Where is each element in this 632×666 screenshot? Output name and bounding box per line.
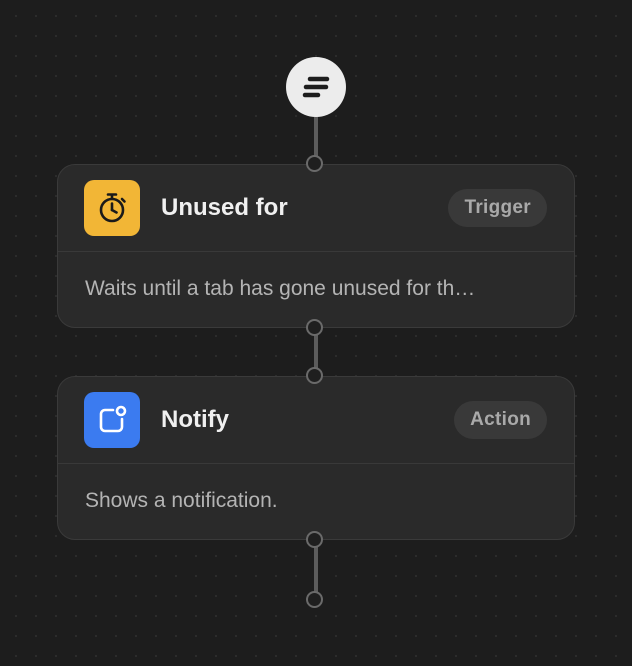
trigger-node-badge: Trigger (448, 189, 547, 227)
trigger-node-description: Waits until a tab has gone unused for th… (85, 277, 476, 300)
workflow-start-node[interactable] (286, 57, 346, 117)
trigger-node-card[interactable]: Unused for Trigger Waits until a tab has… (57, 164, 575, 328)
action-node-badge: Action (454, 401, 547, 439)
action-node-input-port[interactable] (306, 367, 323, 384)
trigger-node-input-port[interactable] (306, 155, 323, 172)
notification-badge-icon (99, 405, 127, 433)
action-node-card[interactable]: Notify Action Shows a notification. (57, 376, 575, 540)
trigger-node-title: Unused for (161, 194, 288, 221)
add-step-port[interactable] (306, 591, 323, 608)
trigger-node-output-port[interactable] (306, 319, 323, 336)
trigger-node-icon-tile (84, 180, 140, 236)
trigger-node-header: Unused for Trigger (58, 165, 574, 252)
workflow-canvas: Unused for Trigger Waits until a tab has… (0, 0, 632, 666)
action-node-header: Notify Action (58, 377, 574, 464)
trigger-node-body: Waits until a tab has gone unused for th… (58, 252, 574, 326)
action-node-output-port[interactable] (306, 531, 323, 548)
flow-lines-icon (302, 76, 330, 98)
action-node-title: Notify (161, 406, 229, 433)
action-node-body: Shows a notification. (58, 464, 574, 538)
stopwatch-icon (99, 193, 126, 223)
action-node-icon-tile (84, 392, 140, 448)
action-node-description: Shows a notification. (85, 489, 278, 512)
